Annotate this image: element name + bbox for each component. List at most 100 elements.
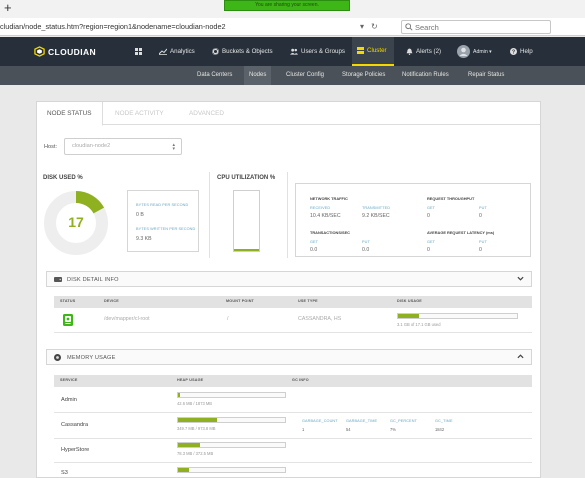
gc-label: GARBAGE_TIME — [346, 419, 378, 423]
bytes-written-label: BYTES WRITTEN PER SECOND — [136, 227, 196, 231]
host-select[interactable]: cloudian-node2 ▴ ▾ — [64, 138, 182, 155]
transactions-get-label: GET — [310, 240, 319, 244]
received-value: 10.4 KB/SEC — [310, 213, 341, 219]
avatar — [457, 45, 470, 58]
nav-help[interactable]: ? Help — [510, 37, 533, 66]
heap-usage-fill — [178, 468, 189, 472]
nav-analytics[interactable]: Analytics — [159, 37, 195, 66]
throughput-get-label: GET — [427, 206, 436, 210]
disk-used-donut: 17 — [43, 190, 109, 256]
divider — [54, 462, 532, 463]
chevron-down-icon[interactable] — [517, 275, 524, 282]
col-device: DEVICE — [104, 299, 119, 303]
throughput-get-value: 0 — [427, 213, 430, 219]
transactions-title: TRANSACTIONS/SEC — [310, 230, 350, 235]
address-field[interactable]: cludian/node_status.htm?region=region1&n… — [0, 21, 360, 33]
heap-usage-text: 42.6 MB / 1873 MB — [177, 401, 213, 406]
network-traffic-title: NETWORK TRAFFIC — [310, 196, 348, 201]
disk-use-type: CASSANDRA, HS — [298, 316, 342, 322]
subnav-data-centers[interactable]: Data Centers — [192, 66, 237, 85]
divider — [54, 332, 532, 333]
browser-search-input[interactable] — [415, 22, 545, 32]
disk-usage-text: 3.1 GB of 17.1 GB used — [397, 322, 441, 327]
heap-usage-fill — [178, 393, 181, 397]
gc-value: 1842 — [435, 427, 445, 432]
bytes-read-label: BYTES READ PER SECOND — [136, 203, 189, 207]
help-icon: ? — [510, 48, 517, 55]
gc-value: 7% — [390, 427, 396, 432]
host-select-value: cloudian-node2 — [72, 143, 111, 149]
disk-used-percent: 17 — [68, 214, 84, 230]
dashboard-grid-icon[interactable] — [135, 48, 142, 55]
subnav-cluster-config[interactable]: Cluster Config — [281, 66, 329, 85]
latency-get-label: GET — [427, 240, 436, 244]
panel-tabs: NODE STATUS NODE ACTIVITY ADVANCED — [37, 102, 540, 126]
disk-detail-accordion-header[interactable]: DISK DETAIL INFO — [46, 271, 532, 287]
tab-node-activity[interactable]: NODE ACTIVITY — [105, 102, 174, 125]
latency-put-value: 0 — [479, 247, 482, 253]
latency-title: AVERAGE REQUEST LATENCY (ms) — [427, 230, 495, 235]
nav-label: Admin ▾ — [473, 48, 492, 55]
screen-sharing-banner: You are sharing your screen. — [224, 0, 350, 11]
col-status: STATUS — [60, 299, 76, 303]
cpu-utilization-fill — [234, 249, 259, 251]
browser-tab-strip: + You are sharing your screen. — [0, 0, 585, 18]
cloudian-logo-mark-icon — [34, 46, 45, 57]
cloudian-logo[interactable]: CLOUDIAN — [34, 45, 96, 58]
gc-label: GARBAGE_COUNT — [302, 419, 338, 423]
transmitted-value: 9.2 KB/SEC — [362, 213, 390, 219]
col-service: SERVICE — [60, 378, 78, 382]
nav-admin-user-menu[interactable]: Admin ▾ — [457, 37, 492, 66]
service-name: HyperStore — [61, 447, 90, 453]
gc-value: 54 — [346, 427, 351, 432]
memory-table-header: SERVICE HEAP USAGE GC INFO — [54, 375, 532, 387]
heap-usage-text: 78.3 MB / 372.5 MB — [177, 451, 214, 456]
nav-buckets-objects[interactable]: Buckets & Objects — [212, 37, 273, 66]
service-name: S3 — [61, 470, 68, 476]
transmitted-label: TRANSMITTED — [362, 206, 391, 210]
service-name: Admin — [61, 397, 77, 403]
disk-status-ok-icon[interactable] — [63, 314, 73, 326]
nav-alerts[interactable]: Alerts (2) — [406, 37, 441, 66]
memory-usage-title: MEMORY USAGE — [67, 355, 116, 361]
nav-label: Cluster — [367, 47, 387, 54]
reload-icon[interactable]: ↻ — [371, 21, 378, 33]
url-history-dropdown-icon[interactable]: ▾ — [360, 21, 364, 33]
host-label: Host: — [44, 144, 58, 150]
nav-users-groups[interactable]: Users & Groups — [290, 37, 345, 66]
divider — [287, 172, 288, 258]
nav-label: Help — [520, 48, 533, 55]
gear-icon — [212, 48, 219, 55]
service-name: Cassandra — [61, 422, 89, 428]
app-top-nav: CLOUDIAN Analytics Buckets & Objects Use… — [0, 37, 585, 66]
disk-icon — [54, 277, 62, 282]
tab-node-status[interactable]: NODE STATUS — [37, 102, 103, 126]
subnav-repair-status[interactable]: Repair Status — [463, 66, 509, 85]
latency-get-value: 0 — [427, 247, 430, 253]
memory-usage-accordion-header[interactable]: MEMORY USAGE — [46, 349, 532, 365]
heap-usage-text: 349.7 MB / 973.8 MB — [177, 426, 216, 431]
select-arrows-icon: ▴ ▾ — [172, 142, 175, 152]
col-use-type: USE TYPE — [298, 299, 318, 303]
chart-icon — [159, 48, 167, 55]
latency-put-label: PUT — [479, 240, 487, 244]
disk-mount-point: / — [227, 316, 229, 322]
tab-advanced[interactable]: ADVANCED — [179, 102, 234, 125]
browser-url-bar: cludian/node_status.htm?region=region1&n… — [0, 18, 585, 36]
received-label: RECEIVED — [310, 206, 331, 210]
divider — [54, 438, 532, 439]
gc-label: GC_PERCENT — [390, 419, 417, 423]
subnav-nodes[interactable]: Nodes — [244, 66, 272, 85]
col-disk-usage: DISK USAGE — [397, 299, 422, 303]
users-icon — [290, 48, 298, 55]
cpu-utilization-title: CPU UTILIZATION % — [217, 175, 276, 181]
page-side-gutter — [557, 36, 585, 478]
col-mount-point: MOUNT POINT — [226, 299, 255, 303]
new-tab-button[interactable]: + — [4, 1, 12, 14]
disk-detail-title: DISK DETAIL INFO — [67, 277, 119, 283]
nav-cluster[interactable]: Cluster — [352, 37, 394, 66]
chevron-up-icon[interactable] — [517, 353, 524, 360]
browser-search-box[interactable] — [401, 20, 551, 34]
subnav-storage-policies[interactable]: Storage Policies — [337, 66, 390, 85]
subnav-notification-rules[interactable]: Notification Rules — [397, 66, 454, 85]
